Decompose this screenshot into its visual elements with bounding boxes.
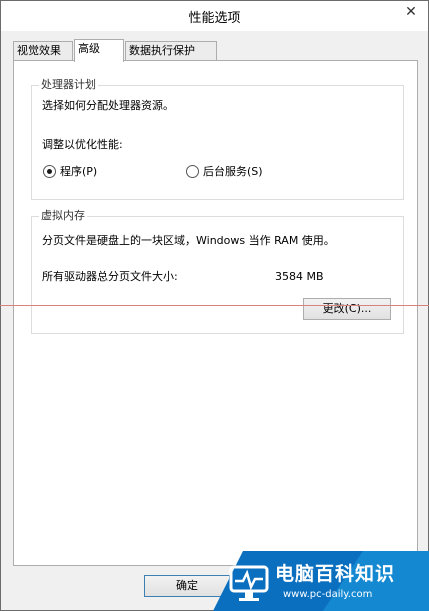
virtual-memory-title: 虚拟内存 xyxy=(39,209,87,223)
advanced-tab-panel: 处理器计划 选择如何分配处理器资源。 调整以优化性能: 程序(P) 后台服务(S… xyxy=(13,60,418,566)
change-button[interactable]: 更改(C)... xyxy=(303,298,391,320)
adjust-for-best-performance-label: 调整以优化性能: xyxy=(42,138,123,151)
close-button[interactable]: ✕ xyxy=(396,1,426,23)
total-paging-file-value: 3584 MB xyxy=(275,270,324,283)
radio-background-services-label[interactable]: 后台服务(S) xyxy=(203,165,263,179)
watermark-site-name: 电脑百科知识 xyxy=(275,563,396,585)
processor-scheduling-title: 处理器计划 xyxy=(39,78,98,92)
radio-programs[interactable] xyxy=(43,165,56,178)
paging-file-description: 分页文件是硬盘上的一块区域，Windows 当作 RAM 使用。 xyxy=(42,234,335,247)
virtual-memory-group: 虚拟内存 分页文件是硬盘上的一块区域，Windows 当作 RAM 使用。 所有… xyxy=(31,209,404,334)
title-bar: 性能选项 ✕ xyxy=(1,1,428,31)
tab-data-execution-prevention[interactable]: 数据执行保护 xyxy=(125,41,217,61)
watermark-url: www.pc-daily.com xyxy=(283,589,373,600)
site-watermark: 电脑百科知识 www.pc-daily.com xyxy=(213,551,429,611)
processor-description: 选择如何分配处理器资源。 xyxy=(42,99,174,112)
window-title: 性能选项 xyxy=(188,11,241,26)
processor-scheduling-group: 处理器计划 选择如何分配处理器资源。 调整以优化性能: 程序(P) 后台服务(S… xyxy=(31,78,404,200)
radio-background-services[interactable] xyxy=(186,165,199,178)
tab-advanced[interactable]: 高级 xyxy=(74,39,124,62)
total-paging-file-label: 所有驱动器总分页文件大小: xyxy=(42,270,178,283)
tab-visual-effects[interactable]: 视觉效果 xyxy=(13,41,73,61)
radio-programs-label[interactable]: 程序(P) xyxy=(60,165,97,179)
annotation-line xyxy=(0,305,429,306)
